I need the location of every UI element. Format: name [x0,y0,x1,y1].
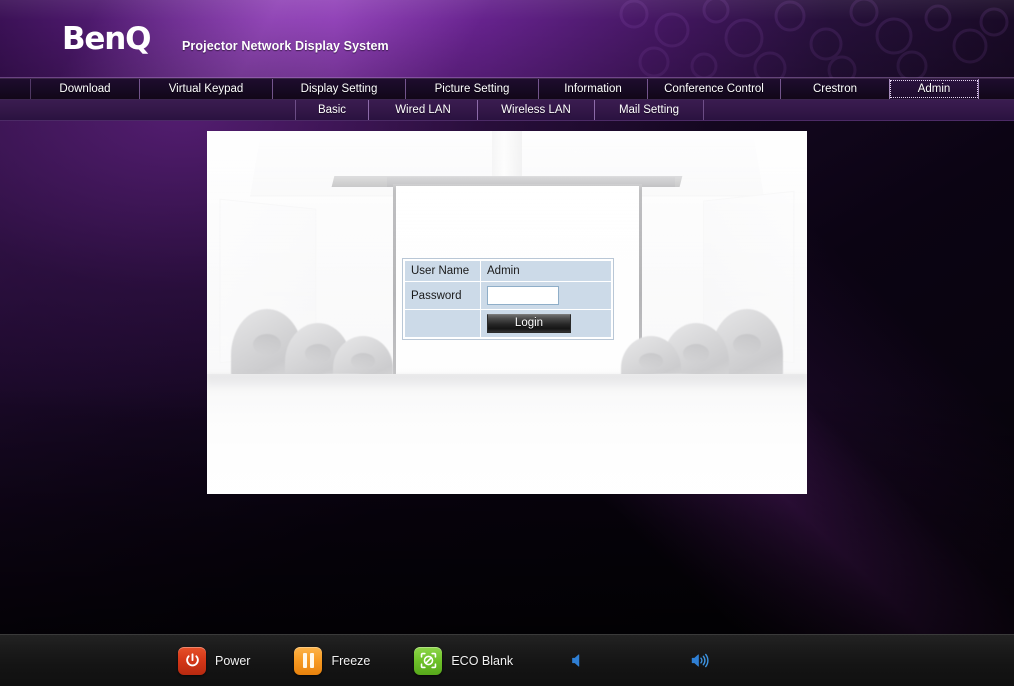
login-button[interactable]: Login [487,314,571,333]
volume-up-button[interactable] [685,647,715,675]
tab-download[interactable]: Download [30,79,140,99]
nav-tab-label: Information [564,83,622,95]
login-form: User Name Admin Password Login [402,258,614,340]
nav-tab-label: Conference Control [664,83,764,95]
content-panel: User Name Admin Password Login [207,131,807,494]
pause-icon [294,646,323,675]
conference-table-reflection [207,374,807,393]
tab-virtual-keypad[interactable]: Virtual Keypad [139,79,273,99]
nav-left-spacer [0,79,30,99]
nav-tab-label: Crestron [812,83,858,95]
subtab-wired-lan[interactable]: Wired LAN [368,100,478,120]
projector-mount [492,131,522,179]
nav-tab-label: Download [59,83,111,95]
sub-tab-label: Wireless LAN [501,104,571,116]
volume-up-icon [691,653,709,668]
eco-blank-button[interactable]: ECO Blank [414,646,514,675]
nav-tab-label: Display Setting [300,83,378,95]
subtab-mail-setting[interactable]: Mail Setting [594,100,704,120]
page-title: Projector Network Display System [182,39,389,53]
nav-tab-label: Picture Setting [434,83,510,95]
username-label: User Name [404,260,481,282]
volume-down-button[interactable] [563,647,593,675]
table-row-submit: Login [404,309,612,338]
subnav-left-spacer [0,100,295,120]
header-vignette [0,0,1014,78]
main-navigation: Download Virtual Keypad Display Setting Pic… [0,78,1014,100]
page-header: BenQ Projector Network Display System [0,0,1014,78]
header-bubble-texture [619,0,1009,78]
power-label: Power [215,653,251,668]
eco-blank-label: ECO Blank [451,653,514,668]
power-button[interactable]: Power [178,646,251,675]
app-window: BenQ Projector Network Display System Do… [0,0,1014,686]
tab-conference-control[interactable]: Conference Control [647,79,781,99]
submit-spacer-cell [404,309,481,338]
sub-tab-label: Mail Setting [618,104,680,116]
eco-icon [414,646,443,675]
nav-tab-label: Virtual Keypad [168,83,244,95]
sub-tab-label: Basic [317,104,347,116]
username-value: Admin [480,260,612,282]
tab-display-setting[interactable]: Display Setting [272,79,406,99]
tab-information[interactable]: Information [538,79,648,99]
table-row-username: User Name Admin [404,260,612,282]
sub-tab-label: Wired LAN [395,104,451,116]
freeze-label: Freeze [331,653,371,668]
submit-cell: Login [480,309,612,338]
benq-logo: BenQ [62,21,151,57]
subtab-wireless-lan[interactable]: Wireless LAN [477,100,595,120]
tab-crestron[interactable]: Crestron [780,79,890,99]
password-input[interactable] [487,286,559,305]
volume-down-icon [571,654,579,667]
password-label: Password [404,281,481,310]
password-cell [480,281,612,310]
subtab-basic[interactable]: Basic [295,100,369,120]
table-row-password: Password [404,281,612,310]
nav-tab-label: Admin [917,83,951,95]
tab-picture-setting[interactable]: Picture Setting [405,79,539,99]
power-icon [178,646,206,675]
login-table: User Name Admin Password Login [404,260,612,338]
freeze-button[interactable]: Freeze [294,646,371,675]
sub-navigation: Basic Wired LAN Wireless LAN Mail Setting [0,100,1014,121]
tab-admin[interactable]: Admin [889,79,979,99]
bottom-toolbar: Power Freeze ECO Blank [0,634,1014,686]
